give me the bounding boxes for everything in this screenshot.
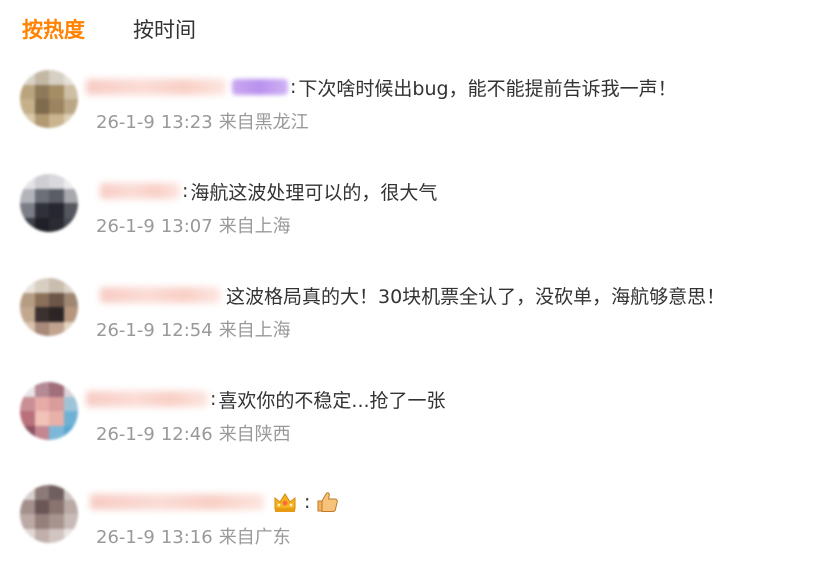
- comment-date: 26-1-9: [96, 424, 155, 445]
- purple-badge-icon: [232, 79, 288, 95]
- comment-location: 来自上海: [218, 216, 291, 237]
- comment-date: 26-1-9: [96, 527, 155, 548]
- comment-time: 13:23: [160, 112, 213, 133]
- avatar[interactable]: [20, 278, 78, 336]
- separator: :: [304, 491, 311, 513]
- username-redacted[interactable]: [86, 79, 226, 95]
- thumbs-up-icon: [314, 490, 340, 514]
- comment-date: 26-1-9: [96, 216, 155, 237]
- comment-item: 这波格局真的大！30块机票全认了，没砍单，海航够意思！ 26-1-9 12:54 来…: [0, 278, 836, 358]
- tab-time[interactable]: 按时间: [133, 14, 196, 46]
- comment-date: 26-1-9: [96, 320, 155, 341]
- comment-item: : 喜欢你的不稳定...抢了一张 26-1-9 12:46 来自陕西: [0, 382, 836, 462]
- comment-time: 13:07: [160, 216, 213, 237]
- avatar[interactable]: [20, 70, 78, 128]
- comment-item: : 26-1-9 13:16 来自广东: [0, 485, 836, 565]
- comment-location: 来自陕西: [218, 424, 291, 445]
- username-redacted[interactable]: [100, 287, 220, 303]
- avatar[interactable]: [20, 174, 78, 232]
- comment-meta: 26-1-9 13:16 来自广东: [96, 523, 297, 549]
- avatar[interactable]: [20, 382, 78, 440]
- separator: :: [182, 180, 189, 202]
- comment-location: 来自上海: [218, 320, 291, 341]
- avatar[interactable]: [20, 485, 78, 543]
- comment-text: 喜欢你的不稳定...抢了一张: [218, 389, 446, 412]
- comment-time: 12:46: [160, 424, 213, 445]
- separator: :: [290, 76, 297, 98]
- comment-time: 12:54: [160, 320, 213, 341]
- comment-panel: 按热度 按时间 : 下次啥时候出bug，能不能提前告诉我一声！ 26-1-9 1…: [0, 0, 836, 565]
- comment-item: : 下次啥时候出bug，能不能提前告诉我一声！ 26-1-9 13:23 来自黑龙江: [0, 70, 836, 150]
- tab-hot[interactable]: 按热度: [22, 14, 85, 46]
- sort-tabs: 按热度 按时间: [22, 14, 244, 46]
- crown-icon: [272, 490, 298, 514]
- comment-time: 13:16: [160, 527, 213, 548]
- comment-meta: 26-1-9 12:46 来自陕西: [96, 420, 297, 446]
- comment-meta: 26-1-9 13:07 来自上海: [96, 212, 297, 238]
- username-redacted[interactable]: [86, 391, 208, 407]
- comment-text: 这波格局真的大！30块机票全认了，没砍单，海航够意思！: [226, 285, 726, 308]
- comment-date: 26-1-9: [96, 112, 155, 133]
- separator: :: [210, 388, 217, 410]
- comment-location: 来自黑龙江: [218, 112, 309, 133]
- username-redacted[interactable]: [100, 183, 180, 199]
- comment-item: : 海航这波处理可以的，很大气 26-1-9 13:07 来自上海: [0, 174, 836, 254]
- comment-text: 下次啥时候出bug，能不能提前告诉我一声！: [298, 77, 677, 100]
- username-redacted[interactable]: [90, 494, 264, 510]
- comment-location: 来自广东: [218, 527, 291, 548]
- comment-text: 海航这波处理可以的，很大气: [190, 181, 438, 204]
- comment-meta: 26-1-9 13:23 来自黑龙江: [96, 108, 315, 134]
- comment-meta: 26-1-9 12:54 来自上海: [96, 316, 297, 342]
